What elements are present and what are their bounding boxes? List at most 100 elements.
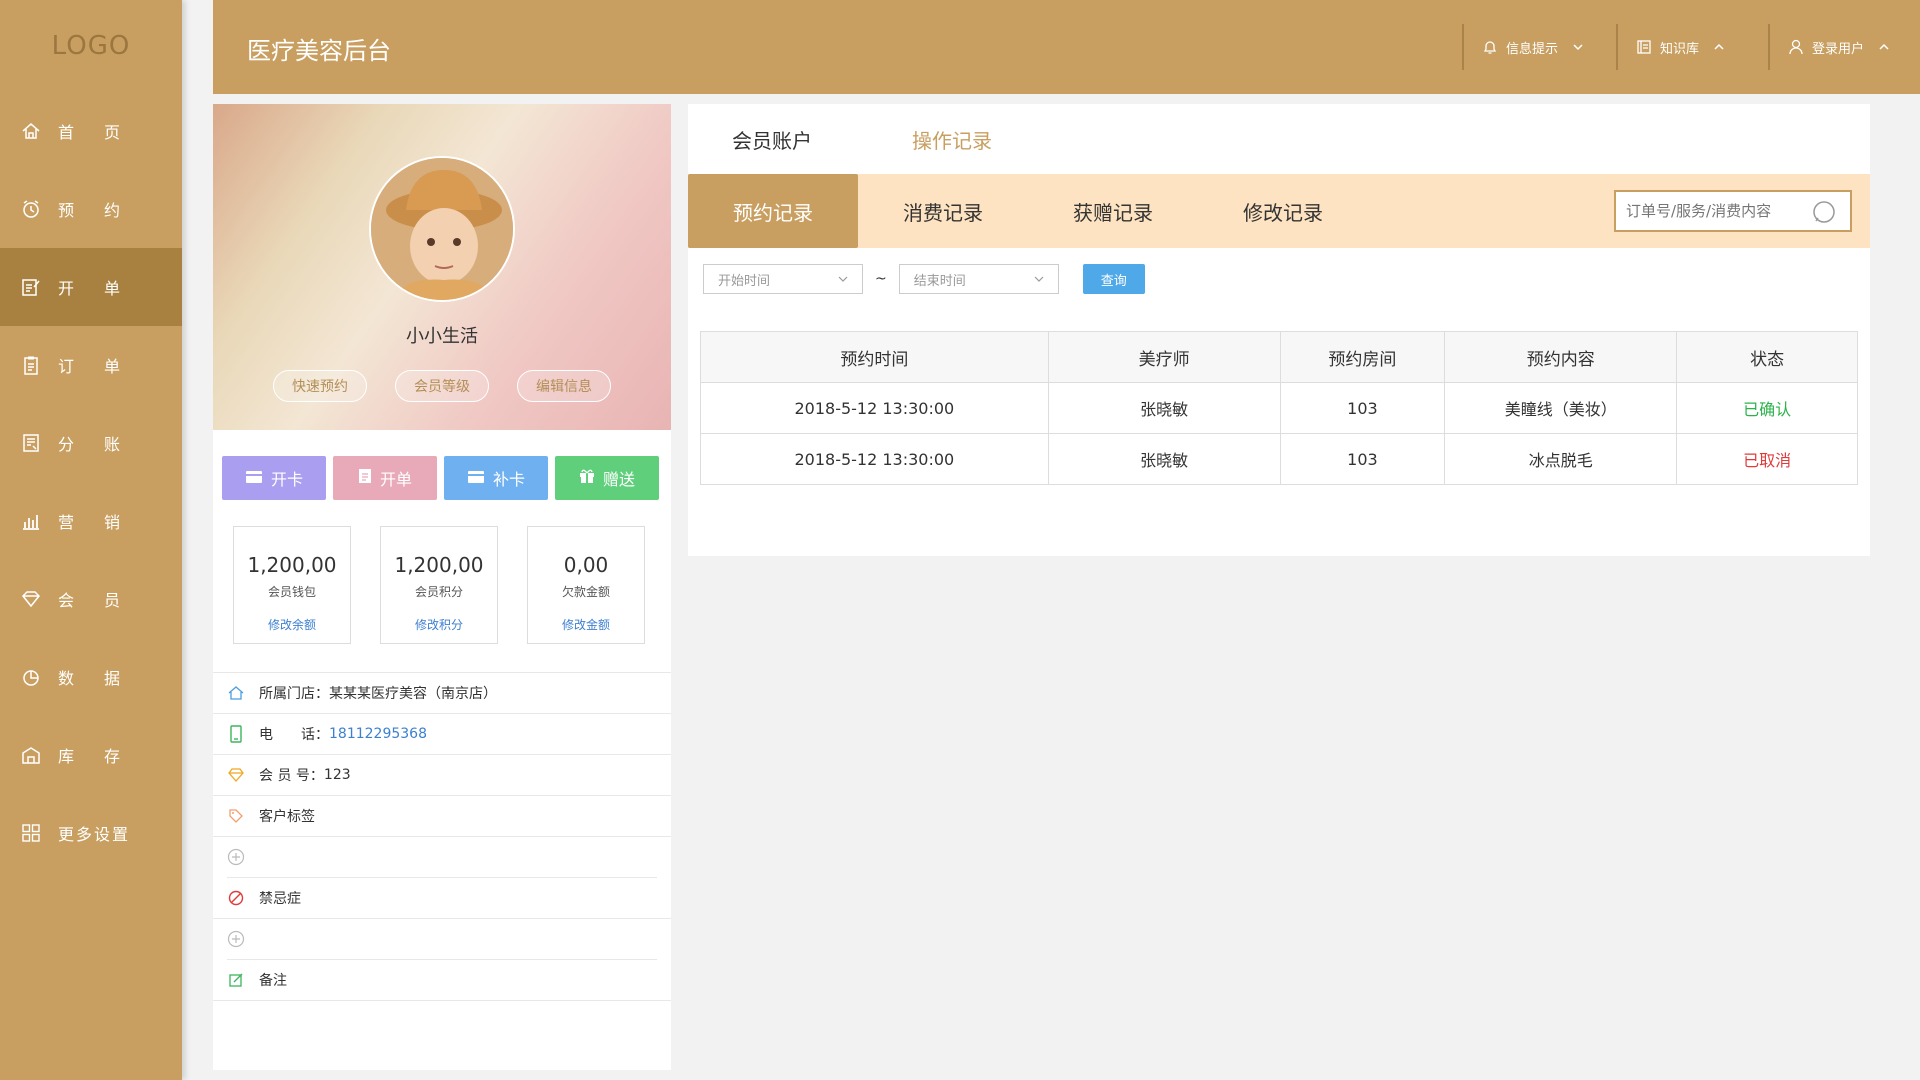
tab-operation-records[interactable]: 操作记录 — [900, 117, 1004, 161]
sidebar-item-label: 数据 — [58, 669, 151, 688]
open-card-button[interactable]: 开卡 — [222, 456, 326, 500]
edit-amount-link[interactable]: 修改金额 — [528, 616, 644, 633]
cell-room: 103 — [1279, 433, 1446, 485]
notes-row: 备注 — [213, 960, 671, 1001]
grid-icon — [20, 822, 42, 844]
column-header[interactable]: 状态 — [1676, 331, 1858, 383]
store-row: 所属门店： 某某某医疗美容（南京店） — [213, 673, 671, 714]
diamond-icon — [20, 588, 42, 610]
phone-value[interactable]: 18112295368 — [329, 726, 427, 742]
book-icon — [1636, 39, 1652, 55]
tab-appointment-records[interactable]: 预约记录 — [688, 174, 858, 248]
notifications-label: 信息提示 — [1506, 41, 1559, 57]
knowledge-base-menu[interactable]: 知识库 — [1616, 24, 1768, 70]
store-label: 所属门店： — [259, 686, 329, 702]
start-time-placeholder: 开始时间 — [718, 273, 771, 289]
sidebar-item-marketing[interactable]: 营销 — [0, 482, 182, 560]
sidebar-item-home[interactable]: 首页 — [0, 92, 182, 170]
sidebar-item-label: 订单 — [58, 357, 151, 376]
sidebar-item-members[interactable]: 会员 — [0, 560, 182, 638]
column-header[interactable]: 预约时间 — [700, 331, 1049, 383]
edit-balance-link[interactable]: 修改余额 — [234, 616, 350, 633]
range-separator: ~ — [875, 271, 887, 287]
appointment-table: 预约时间 美疗师 预约房间 预约内容 状态 2018-5-12 13:30:00… — [700, 331, 1858, 485]
search-input[interactable] — [1626, 202, 1816, 220]
wallet-label: 会员钱包 — [267, 585, 316, 599]
sidebar-item-label: 开单 — [58, 279, 151, 298]
user-label: 登录用户 — [1812, 41, 1865, 57]
notes-label: 备注 — [259, 973, 287, 989]
column-header[interactable]: 美疗师 — [1047, 331, 1281, 383]
column-header[interactable]: 预约房间 — [1279, 331, 1446, 383]
warehouse-icon — [20, 744, 42, 766]
reissue-card-button[interactable]: 补卡 — [444, 456, 548, 500]
column-header[interactable]: 预约内容 — [1444, 331, 1678, 383]
sidebar-item-data[interactable]: 数据 — [0, 638, 182, 716]
card-icon — [467, 469, 485, 488]
edit-points-link[interactable]: 修改积分 — [381, 616, 497, 633]
sidebar-item-orders[interactable]: 订单 — [0, 326, 182, 404]
tab-gift-records[interactable]: 获赠记录 — [1028, 174, 1198, 248]
search-icon[interactable] — [1812, 200, 1836, 228]
table-row[interactable]: 2018-5-12 13:30:00 张晓敏 103 美瞳线（美妆） 已确认 — [700, 382, 1858, 434]
gift-label: 赠送 — [602, 470, 635, 489]
edit-document-icon — [358, 468, 372, 488]
gift-button[interactable]: 赠送 — [555, 456, 659, 500]
table-row[interactable]: 2018-5-12 13:30:00 张晓敏 103 冰点脱毛 已取消 — [700, 433, 1858, 485]
edit-document-icon — [20, 276, 42, 298]
user-icon — [1788, 39, 1804, 55]
end-time-select[interactable]: 结束时间 — [898, 264, 1059, 294]
sidebar-item-label: 营销 — [58, 513, 151, 532]
search-box — [1614, 190, 1852, 232]
add-tag-icon[interactable] — [227, 848, 245, 866]
debt-value: 0,00 — [563, 553, 609, 577]
edit-info-button[interactable]: 编辑信息 — [517, 370, 611, 402]
sidebar-item-more-settings[interactable]: 更多设置 — [0, 794, 182, 872]
sidebar-item-split-account[interactable]: 分账 — [0, 404, 182, 482]
cell-therapist: 张晓敏 — [1047, 433, 1281, 485]
sidebar-item-label: 库存 — [58, 747, 151, 766]
points-label: 会员积分 — [414, 585, 463, 599]
card-icon — [245, 469, 263, 488]
clipboard-icon — [20, 354, 42, 376]
wallet-stat: 1,200,00 会员钱包 修改余额 — [233, 526, 351, 644]
tab-member-account[interactable]: 会员账户 — [732, 125, 812, 154]
start-time-select[interactable]: 开始时间 — [703, 264, 863, 294]
contraindications-label: 禁忌症 — [259, 891, 301, 907]
tab-consumption-records[interactable]: 消费记录 — [858, 174, 1028, 248]
alarm-clock-icon — [20, 198, 42, 220]
reissue-card-label: 补卡 — [492, 470, 525, 489]
chevron-up-icon — [1713, 41, 1725, 53]
cell-time: 2018-5-12 13:30:00 — [700, 433, 1049, 485]
bell-icon — [1482, 39, 1498, 55]
knowledge-label: 知识库 — [1660, 41, 1700, 57]
sidebar-item-appointment[interactable]: 预约 — [0, 170, 182, 248]
tab-modification-records[interactable]: 修改记录 — [1198, 174, 1368, 248]
open-card-label: 开卡 — [270, 470, 303, 489]
add-contraindication-icon[interactable] — [227, 930, 245, 948]
sidebar-item-inventory[interactable]: 库存 — [0, 716, 182, 794]
end-time-placeholder: 结束时间 — [913, 273, 966, 289]
sidebar-item-open-order[interactable]: 开单 — [0, 248, 182, 326]
note-edit-icon — [227, 971, 245, 989]
bar-chart-icon — [20, 510, 42, 532]
sidebar-item-label: 更多设置 — [58, 825, 131, 844]
record-tabs-bar: 预约记录 消费记录 获赠记录 修改记录 — [688, 174, 1870, 248]
user-menu[interactable]: 登录用户 — [1768, 24, 1920, 70]
customer-tags-label: 客户标签 — [259, 809, 315, 825]
member-info-list: 所属门店： 某某某医疗美容（南京店） 电 话： 18112295368 会 员 … — [213, 672, 671, 1001]
app-title: 医疗美容后台 — [247, 37, 391, 65]
query-button[interactable]: 查询 — [1082, 264, 1145, 294]
logo: LOGO — [51, 31, 131, 61]
diamond-icon — [227, 766, 245, 784]
cell-room: 103 — [1279, 382, 1446, 434]
cell-time: 2018-5-12 13:30:00 — [700, 382, 1049, 434]
cell-status: 已确认 — [1676, 382, 1858, 434]
open-order-button[interactable]: 开单 — [333, 456, 437, 500]
wallet-value: 1,200,00 — [247, 553, 337, 577]
quick-appointment-button[interactable]: 快速预约 — [273, 370, 367, 402]
notifications-menu[interactable]: 信息提示 — [1462, 24, 1616, 70]
avatar[interactable] — [369, 156, 515, 302]
member-level-button[interactable]: 会员等级 — [395, 370, 489, 402]
points-stat: 1,200,00 会员积分 修改积分 — [380, 526, 498, 644]
